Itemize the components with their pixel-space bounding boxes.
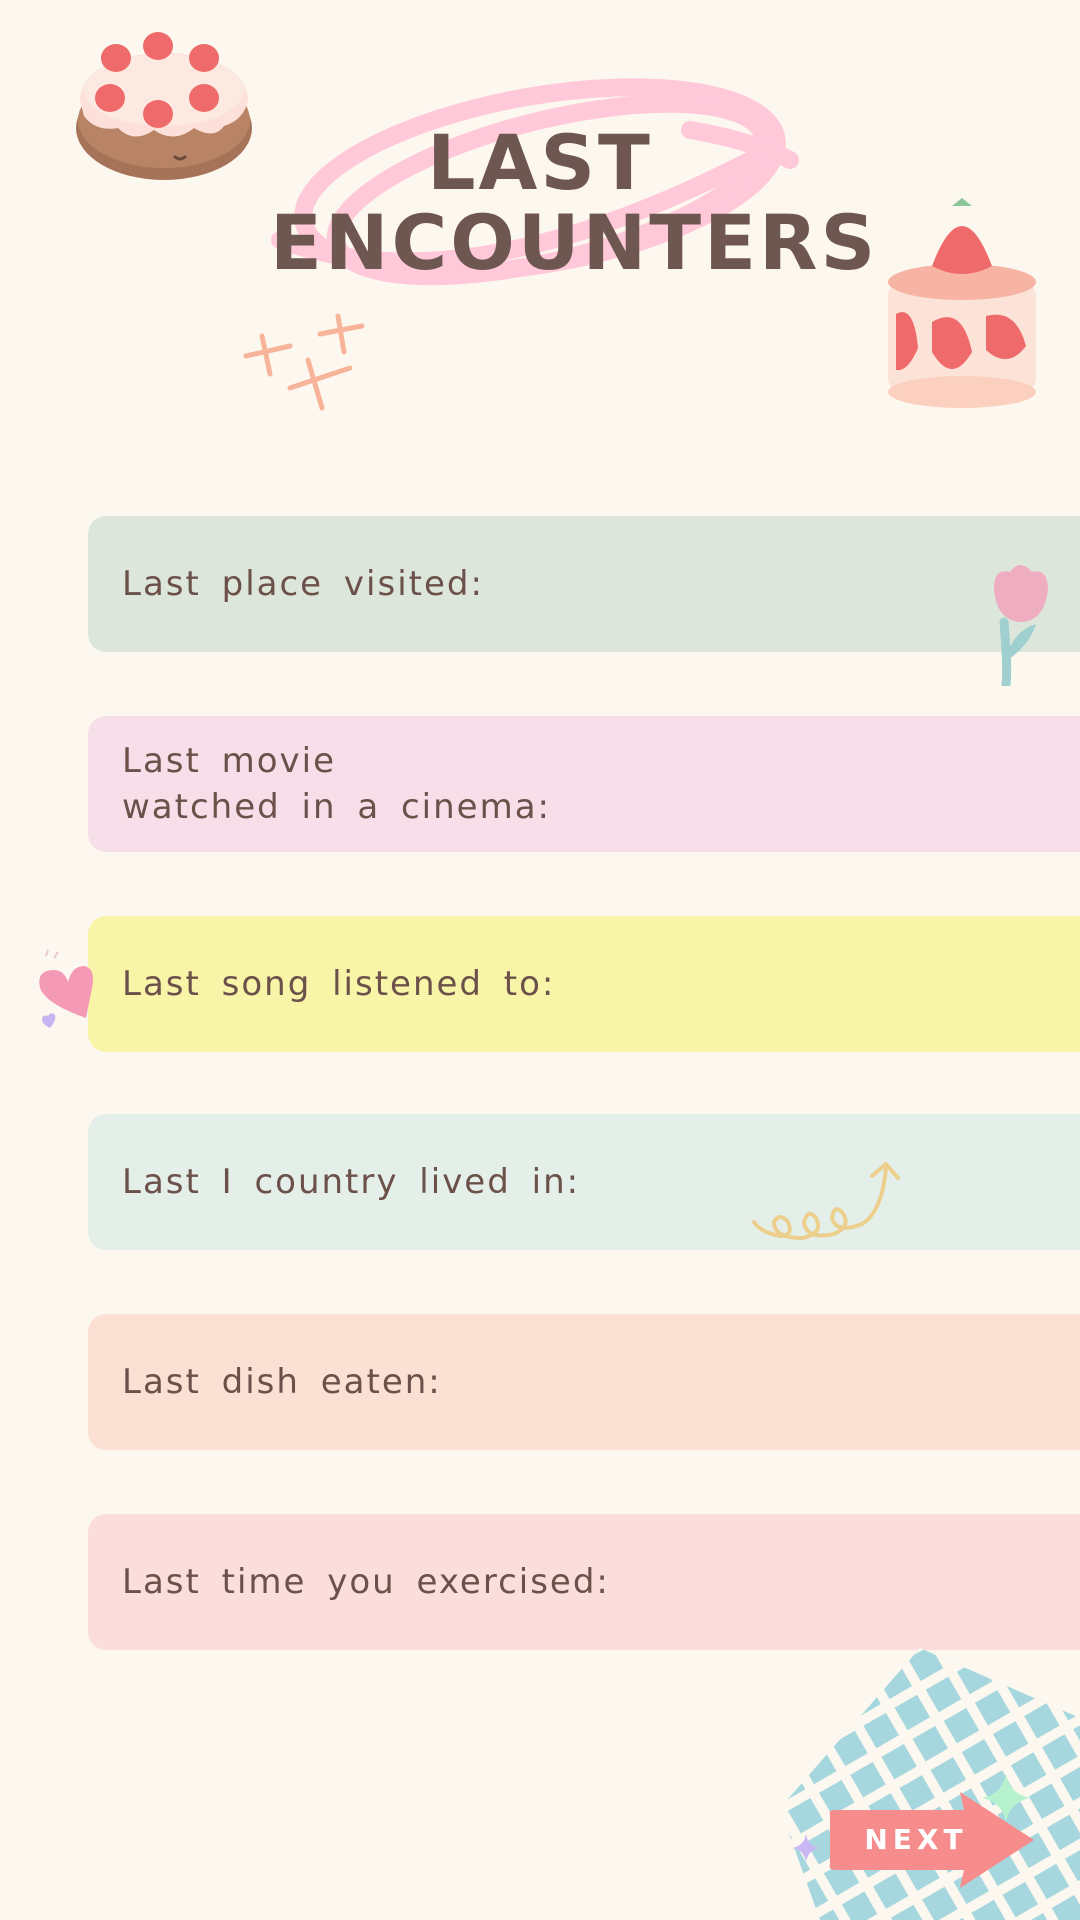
prompt-last-movie[interactable]: Last movie watched in a cinema: (88, 716, 1080, 852)
cake-icon (76, 32, 252, 180)
next-button-label: NEXT (864, 1823, 968, 1856)
prompt-label: Last dish eaten: (122, 1362, 442, 1402)
prompt-last-place[interactable]: Last place visited: (88, 516, 1080, 652)
title-line-1: LAST (427, 118, 653, 207)
prompt-last-country[interactable]: Last I country lived in: (88, 1114, 1080, 1250)
tulip-icon (994, 565, 1048, 686)
prompt-label: Last time you exercised: (122, 1562, 610, 1602)
prompt-label: Last place visited: (122, 564, 484, 604)
prompt-last-song[interactable]: Last song listened to: (88, 916, 1080, 1052)
strawberry-cake-icon (888, 198, 1036, 408)
page-title: LAST ENCOUNTERS (270, 70, 879, 340)
next-button[interactable]: NEXT (822, 1792, 1040, 1888)
title-line-2: ENCOUNTERS (270, 198, 879, 287)
prompt-last-exercise[interactable]: Last time you exercised: (88, 1514, 1080, 1650)
prompt-label: Last I country lived in: (122, 1162, 581, 1202)
heart-icon (39, 949, 93, 1028)
prompt-last-dish[interactable]: Last dish eaten: (88, 1314, 1080, 1450)
prompt-label: Last song listened to: (122, 964, 556, 1004)
squiggle-arrow-icon (752, 1161, 900, 1241)
prompt-label: Last movie watched in a cinema: (122, 741, 551, 827)
